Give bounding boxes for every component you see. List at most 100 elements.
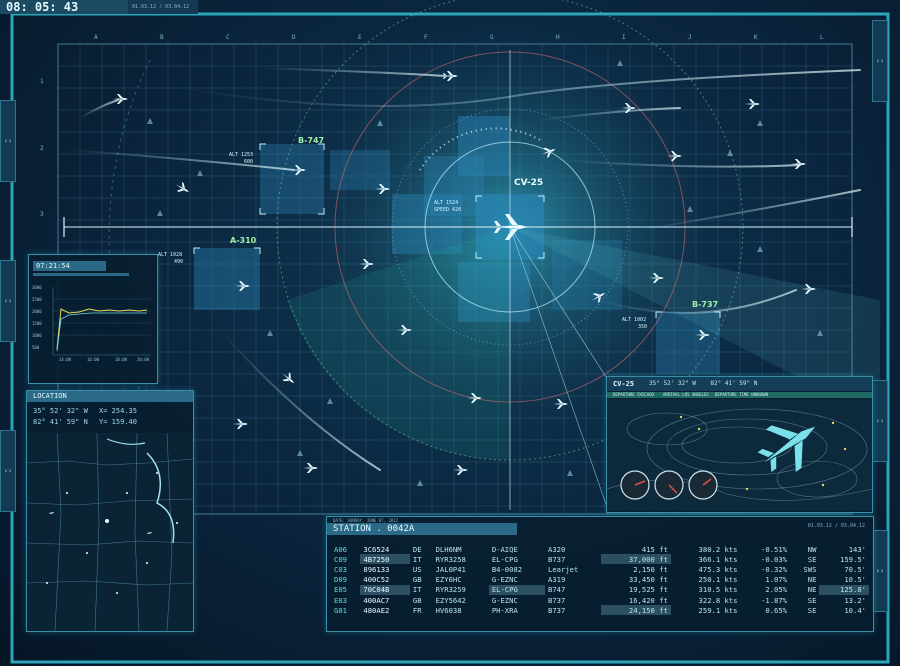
cell-code: E03 xyxy=(334,595,347,605)
cell-change: -0.51% xyxy=(761,544,788,554)
graph-header-bar xyxy=(33,273,129,276)
cell-type: B737 xyxy=(548,605,566,615)
grid-column-label: H xyxy=(556,34,560,41)
aircraft-label-cv25[interactable]: CV-25 xyxy=(514,178,543,188)
aircraft-label-a310[interactable]: A-310 xyxy=(230,236,256,245)
grid-column-label: J xyxy=(688,34,692,41)
aircraft-info-b737: ALT 1002 350 xyxy=(622,317,648,330)
side-tab-left-3[interactable]: ›› xyxy=(0,430,16,512)
cell-speed: 475.3 kts xyxy=(698,564,738,574)
cell-heading: NE xyxy=(807,575,817,585)
cell-speed: 310.5 kts xyxy=(698,585,738,595)
cell-heading: SE xyxy=(807,605,817,615)
cell-distance: 125.8' xyxy=(819,584,869,595)
cell-type: Learjet xyxy=(548,564,579,574)
radar-screen: 08: 05: 43 01.03.12 / 03.04.12 ABCDEFGHI… xyxy=(0,0,900,666)
cell-altitude: 37,000 ft xyxy=(601,554,671,565)
cell-country: GB xyxy=(412,575,422,585)
cell-heading: SWS xyxy=(803,564,817,574)
clock-display: 08: 05: 43 xyxy=(0,0,134,14)
station-panel[interactable]: DATE: SUNDAY, JUNE 07, 2012 STATION . 00… xyxy=(326,516,874,632)
x-tick: 16:00 xyxy=(87,357,100,362)
cell-hex: 4B7250 xyxy=(360,554,410,565)
cell-distance: 70.5' xyxy=(844,564,866,574)
grid-column-label: F xyxy=(424,34,428,41)
location-y: Y= 159.40 xyxy=(99,418,137,426)
cell-registration: G-EZNC xyxy=(491,595,518,605)
cell-callsign: EZY5642 xyxy=(435,595,466,605)
cell-type: B737 xyxy=(548,554,566,564)
location-panel[interactable]: LOCATION 35° 52' 32" W X= 254.35 82° 41'… xyxy=(26,390,194,632)
cell-altitude: 24,150 ft xyxy=(601,605,671,616)
cell-distance: 10.5' xyxy=(844,575,866,585)
cv25-dep-time: DEPARTURE TIME UNKNOWN xyxy=(715,392,768,397)
grid-row-label: 3 xyxy=(40,211,44,218)
side-tab-left-1[interactable]: ›› xyxy=(0,100,16,182)
location-x: X= 254.35 xyxy=(99,407,137,415)
cell-registration: PH-XRA xyxy=(491,605,518,615)
grid-column-label: K xyxy=(754,34,758,41)
station-range: 01.03.12 / 03.04.12 xyxy=(807,523,865,529)
grid-column-label: D xyxy=(292,34,296,41)
cell-type: A319 xyxy=(548,575,566,585)
cell-heading: NW xyxy=(807,544,817,554)
cv25-subbar: DEPARTURE CHICAGO ARRIVAL LOS ANGELES DE… xyxy=(607,392,872,398)
cell-country: FR xyxy=(412,605,422,615)
altitude-graph-panel[interactable]: 07:21:54 3000 2500 2000 1500 1000 500 14… xyxy=(28,254,158,384)
cell-speed: 366.1 kts xyxy=(698,554,738,564)
cell-heading: SE xyxy=(807,595,817,605)
table-row[interactable]: A06 3C6524 DE DLH6NM D-AIQE A320 415 ft 380.2 k… xyxy=(331,544,869,554)
cell-distance: 13.2' xyxy=(844,595,866,605)
cell-distance: 159.5' xyxy=(840,554,866,564)
table-row[interactable]: C03 896133 US JAL0P41 B4-0082 Learjet 2,150 ft… xyxy=(331,564,869,574)
y-tick: 500 xyxy=(32,345,40,350)
table-row[interactable]: E05 70C04B IT RYR3259 EL-CPG B747 19,525 ft 310… xyxy=(331,584,869,595)
cell-change: -0.32% xyxy=(761,564,788,574)
table-row[interactable]: E03 400AC7 GB EZY5642 G-EZNC B737 16,420 ft 322… xyxy=(331,595,869,605)
cell-callsign: HV6038 xyxy=(435,605,462,615)
cell-heading: NE xyxy=(807,585,817,595)
cell-hex: 3C6524 xyxy=(363,544,390,554)
aircraft-info-b747: ALT 1253 600 xyxy=(228,152,254,165)
cell-change: 2.05% xyxy=(765,585,788,595)
aircraft-table[interactable]: A06 3C6524 DE DLH6NM D-AIQE A320 415 ft 380.2 k… xyxy=(331,544,869,616)
table-row[interactable]: C09 4B7250 IT RYR3258 EL-CPG B737 37,000 ft 366… xyxy=(331,554,869,565)
station-table[interactable]: A06 3C6524 DE DLH6NM D-AIQE A320 415 ft 380.2 k… xyxy=(331,544,869,616)
cell-hex: 400C52 xyxy=(363,575,390,585)
cell-country: US xyxy=(412,564,422,574)
cell-code: C09 xyxy=(334,554,347,564)
side-tab-right-2[interactable]: ›› xyxy=(872,380,888,462)
cell-speed: 250.1 kts xyxy=(698,575,738,585)
y-tick: 2500 xyxy=(32,297,42,302)
cv25-detail-panel[interactable]: CV-25 35° 52' 32" W 82° 41' 59" N DEPART… xyxy=(606,376,873,513)
cell-type: B737 xyxy=(548,595,566,605)
cell-callsign: EZY6HC xyxy=(435,575,462,585)
x-tick: 20:00 xyxy=(137,357,150,362)
table-row[interactable]: G01 480AE2 FR HV6038 PH-XRA B737 24,150 ft 259.… xyxy=(331,605,869,616)
cell-code: G01 xyxy=(334,605,347,615)
cell-altitude: 2,150 ft xyxy=(633,564,668,574)
cell-code: E05 xyxy=(334,585,347,595)
altitude-graph: 3000 2500 2000 1500 1000 500 14:00 16:00… xyxy=(32,285,151,362)
cell-change: 0.65% xyxy=(765,605,788,615)
location-map[interactable] xyxy=(27,433,193,631)
side-tab-left-2[interactable]: ›› xyxy=(0,260,16,342)
aircraft-info-cv25: ALT 1524 SPEED 420 xyxy=(434,200,462,213)
grid-column-label: A xyxy=(94,34,98,41)
aircraft-label-b737[interactable]: B-737 xyxy=(692,300,718,309)
cell-callsign: RYR3258 xyxy=(435,554,466,564)
cell-country: IT xyxy=(412,585,422,595)
side-tab-right-3[interactable]: ›› xyxy=(872,530,888,612)
table-row[interactable]: D09 400C52 GB EZY6HC G-EZNC A319 33,450 ft 250.… xyxy=(331,575,869,585)
cell-registration: B4-0082 xyxy=(491,564,523,574)
grid-column-label: G xyxy=(490,34,494,41)
cell-distance: 143' xyxy=(848,544,866,554)
cell-registration: D-AIQE xyxy=(491,544,518,554)
grid-column-label: L xyxy=(820,34,824,41)
cell-code: C03 xyxy=(334,564,347,574)
y-tick: 2000 xyxy=(32,309,42,314)
aircraft-label-b747[interactable]: B-747 xyxy=(298,136,324,145)
side-tab-right-1[interactable]: ›› xyxy=(872,20,888,102)
cell-distance: 10.4' xyxy=(844,605,866,615)
cell-registration: G-EZNC xyxy=(491,575,518,585)
